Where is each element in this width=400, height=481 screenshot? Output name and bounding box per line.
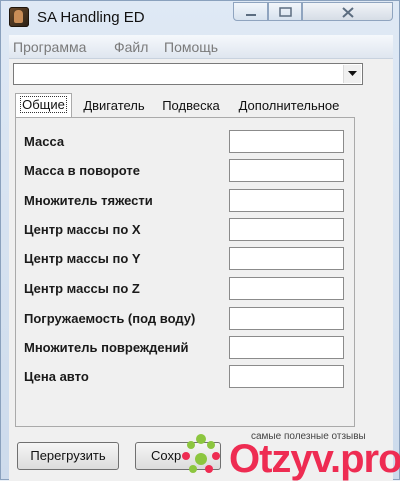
submerged-input[interactable] xyxy=(229,307,344,330)
drag-multiplier-input[interactable] xyxy=(229,189,344,212)
mass-input[interactable] xyxy=(229,130,344,153)
maximize-button[interactable] xyxy=(268,2,302,21)
app-window: SA Handling ED Программа Файл Помощь Общ… xyxy=(0,0,400,481)
vehicle-select[interactable] xyxy=(13,63,363,85)
menu-bar: Программа Файл Помощь xyxy=(9,35,393,59)
maximize-icon xyxy=(279,7,292,17)
field-label-center-of-mass-z: Центр массы по Z xyxy=(24,281,140,296)
otzyv-leaf-icon xyxy=(182,434,220,473)
center-of-mass-x-input[interactable] xyxy=(229,218,344,241)
general-panel: Масса Масса в повороте Множитель тяжести… xyxy=(15,117,355,427)
center-of-mass-y-input[interactable] xyxy=(229,247,344,270)
field-label-mass: Масса xyxy=(24,134,65,149)
watermark-logo: Otzyv.pro xyxy=(229,437,400,481)
damage-multiplier-input[interactable] xyxy=(229,336,344,359)
price-input[interactable] xyxy=(229,365,344,388)
menu-program[interactable]: Программа xyxy=(13,39,86,55)
field-label-price: Цена авто xyxy=(24,369,89,384)
car-driver-icon xyxy=(9,7,29,27)
dropdown-button[interactable] xyxy=(343,65,361,83)
close-button[interactable] xyxy=(302,2,393,21)
field-label-drag-multiplier: Множитель тяжести xyxy=(24,193,153,208)
minimize-icon xyxy=(246,14,256,16)
watermark: самые полезные отзывы Otzyv.pro xyxy=(161,425,400,481)
tab-suspension[interactable]: Подвеска xyxy=(155,95,227,116)
client-area: Программа Файл Помощь Общие Двигатель По… xyxy=(9,35,393,481)
field-label-submerged: Погружаемость (под воду) xyxy=(24,311,196,326)
chevron-down-icon xyxy=(348,71,357,76)
field-label-center-of-mass-x: Центр массы по X xyxy=(24,222,141,237)
tab-general[interactable]: Общие xyxy=(15,93,72,117)
close-icon xyxy=(342,7,354,18)
menu-help[interactable]: Помощь xyxy=(164,39,218,55)
turn-mass-input[interactable] xyxy=(229,159,344,182)
menu-file[interactable]: Файл xyxy=(114,39,148,55)
minimize-button[interactable] xyxy=(233,2,268,21)
tab-engine[interactable]: Двигатель xyxy=(75,95,153,116)
field-label-damage-multiplier: Множитель повреждений xyxy=(24,340,189,355)
reload-button[interactable]: Перегрузить xyxy=(17,442,119,470)
window-title: SA Handling ED xyxy=(37,9,145,26)
field-label-turn-mass: Масса в повороте xyxy=(24,163,140,178)
field-label-center-of-mass-y: Центр массы по Y xyxy=(24,251,141,266)
title-bar[interactable]: SA Handling ED xyxy=(1,1,400,34)
center-of-mass-z-input[interactable] xyxy=(229,277,344,300)
tab-additional[interactable]: Дополнительное xyxy=(229,95,349,116)
